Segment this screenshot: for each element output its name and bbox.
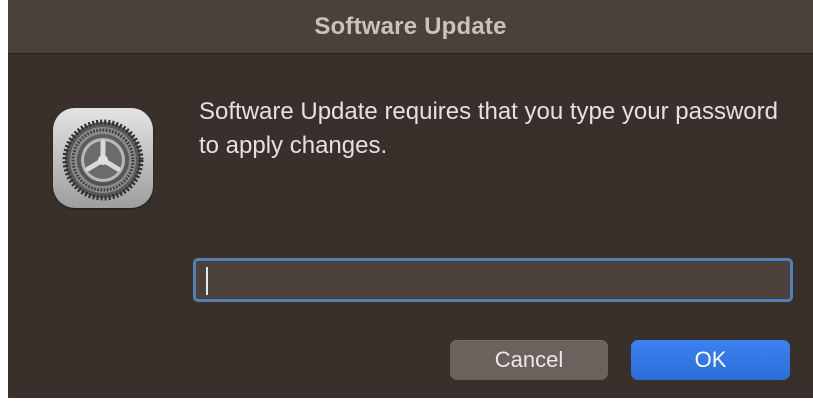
system-preferences-gear-icon [53, 108, 153, 208]
dialog-message: Software Update requires that you type y… [199, 98, 778, 159]
title-bar: Software Update [8, 0, 813, 54]
password-input[interactable] [193, 258, 793, 302]
dialog-title: Software Update [314, 12, 507, 40]
text-caret [206, 267, 208, 295]
gear-icon [62, 119, 144, 201]
ok-button[interactable]: OK [631, 340, 790, 380]
cancel-button[interactable]: Cancel [450, 340, 608, 380]
authentication-dialog: Software Update Software Update requires… [8, 0, 813, 398]
